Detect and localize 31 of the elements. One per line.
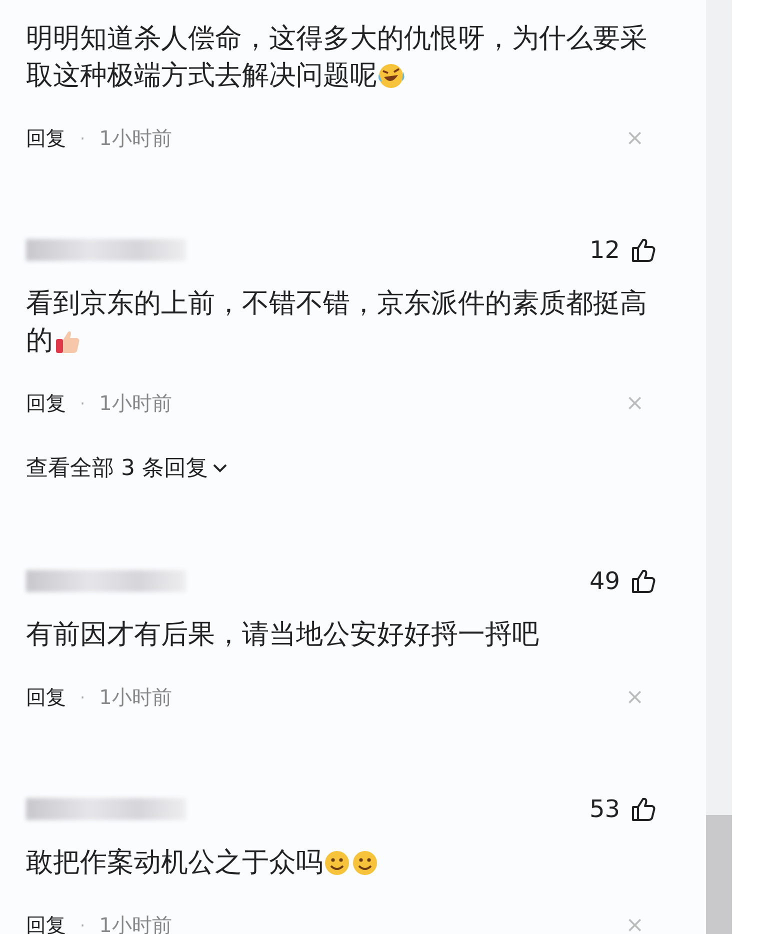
separator-dot: · bbox=[80, 394, 86, 412]
comment-time: 1小时前 bbox=[99, 390, 172, 416]
comment-text-line: 敢把作案动机公之于众吗 bbox=[26, 846, 323, 880]
comment-time: 1小时前 bbox=[99, 912, 172, 934]
smiley-emoji-icon bbox=[351, 848, 379, 876]
separator-dot: · bbox=[80, 128, 86, 148]
chevron-down-icon bbox=[212, 462, 228, 474]
reply-link[interactable]: 回复 bbox=[26, 912, 66, 934]
laugh-cry-emoji-icon bbox=[377, 62, 405, 90]
comment-text-line: 明明知道杀人偿命，这得多大的仇恨呀，为什么要采 bbox=[26, 22, 647, 56]
reply-link[interactable]: 回复 bbox=[26, 124, 66, 152]
comment-text-line: 看到京东的上前，不错不错，京东派件的素质都挺高 bbox=[26, 287, 647, 321]
separator-dot: · bbox=[80, 916, 86, 934]
view-replies-link[interactable]: 查看全部 3 条回复 bbox=[26, 455, 228, 481]
comment-text-line: 的 bbox=[26, 324, 53, 358]
comment-time: 1小时前 bbox=[99, 124, 172, 152]
reply-link[interactable]: 回复 bbox=[26, 684, 66, 710]
thumbs-up-icon[interactable] bbox=[630, 568, 656, 594]
comment-time: 1小时前 bbox=[99, 684, 172, 710]
thumbs-up-icon[interactable] bbox=[630, 796, 656, 822]
smiley-emoji-icon bbox=[323, 848, 351, 876]
separator-dot: · bbox=[80, 688, 86, 706]
comment-text-line: 有前因才有后果，请当地公安好好捋一捋吧 bbox=[26, 618, 539, 652]
scrollbar-thumb[interactable] bbox=[706, 815, 732, 934]
comment-text-line: 取这种极端方式去解决问题呢 bbox=[26, 59, 377, 93]
like-count: 53 bbox=[589, 795, 620, 823]
like-count: 12 bbox=[589, 236, 620, 264]
reply-link[interactable]: 回复 bbox=[26, 390, 66, 416]
like-count: 49 bbox=[589, 567, 620, 595]
scrollbar[interactable] bbox=[706, 0, 732, 934]
thumbs-up-icon[interactable] bbox=[630, 237, 656, 263]
